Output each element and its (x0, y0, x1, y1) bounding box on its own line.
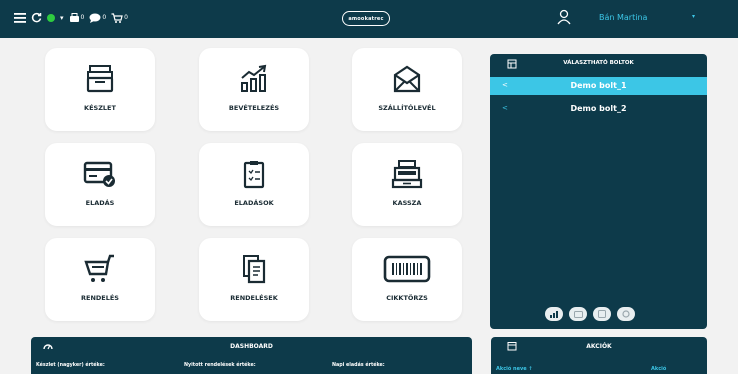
bar-chart-icon (550, 310, 558, 318)
cash-register-icon (391, 160, 423, 189)
column-header-action[interactable]: Akció (651, 366, 666, 372)
tile-rendeles[interactable]: RENDELÉS (45, 238, 155, 321)
inventory-tray-icon (86, 65, 114, 93)
chat-count: 0 (102, 14, 107, 21)
tile-label: KASSZA (392, 199, 422, 207)
tile-label: SZÁLLÍTÓLEVÉL (378, 104, 436, 112)
hamburger-menu-icon[interactable] (14, 12, 26, 23)
shopping-basket-icon (111, 12, 123, 23)
settings-button[interactable] (617, 307, 635, 321)
actions-title: AKCIÓK (586, 343, 612, 350)
tile-label: ELADÁS (85, 199, 115, 207)
tile-cikktorzs[interactable]: CIKKTÖRZS (352, 238, 462, 321)
documents-icon (243, 255, 266, 284)
tile-keszlet[interactable]: KÉSZLET (45, 48, 155, 131)
dashboard-stat-label: Nyitott rendelések értéke: (184, 363, 256, 368)
tile-kassza[interactable]: KASSZA (352, 143, 462, 226)
shop-name: Demo bolt_1 (570, 81, 627, 90)
card-button[interactable] (569, 307, 587, 321)
column-header-action-name[interactable]: Akció neve ↑ (496, 366, 533, 372)
dashboard-panel: DASHBOARD Készlet (nagyker) értéke: Nyit… (31, 337, 472, 374)
refresh-icon[interactable] (31, 12, 42, 23)
register-cart-icon (69, 12, 79, 22)
gear-icon (622, 310, 630, 318)
tile-rendelesek[interactable]: RENDELÉSEK (199, 238, 309, 321)
card-check-icon (83, 161, 115, 187)
clipboard-list-icon (243, 161, 265, 189)
tile-label: RENDELÉS (81, 294, 119, 302)
tile-eladas[interactable]: ELADÁS (45, 143, 155, 226)
user-icon[interactable] (557, 9, 571, 25)
shop-name: Demo bolt_2 (570, 104, 627, 113)
status-dropdown-icon[interactable]: ▾ (60, 14, 64, 22)
tile-szallitolevel[interactable]: SZÁLLÍTÓLEVÉL (352, 48, 462, 131)
shops-footer-actions (545, 307, 635, 321)
shops-title: VÁLASZTHATÓ BOLTOK (563, 60, 634, 66)
tile-bevetelezes[interactable]: BEVÉTELEZÉS (199, 48, 309, 131)
user-name[interactable]: Bán Martina (599, 13, 647, 22)
top-navigation-bar: ▾ 0 0 0 amookatrec Bán Martina ▾ (0, 0, 738, 38)
help-button[interactable] (593, 307, 611, 321)
growth-chart-icon (241, 64, 267, 92)
stats-button[interactable] (545, 307, 563, 321)
chat-counter[interactable]: 0 (89, 11, 106, 24)
basket-counter[interactable]: 0 (111, 11, 128, 24)
tile-label: ELADÁSOK (234, 199, 274, 207)
user-menu-chevron-icon[interactable]: ▾ (692, 13, 695, 20)
tile-eladasok[interactable]: ELADÁSOK (199, 143, 309, 226)
tile-label: RENDELÉSEK (230, 294, 278, 302)
cart-count: 0 (80, 14, 85, 21)
actions-panel: AKCIÓK Akció neve ↑ Akció (491, 337, 707, 374)
shops-panel: VÁLASZTHATÓ BOLTOK < Demo bolt_1 < Demo … (490, 54, 707, 329)
tile-label: CIKKTÖRZS (386, 294, 428, 302)
shop-item[interactable]: < Demo bolt_1 (490, 77, 707, 95)
shopping-cart-icon (84, 254, 114, 282)
card-icon (573, 310, 583, 318)
brand-logo[interactable]: amookatrec (342, 11, 390, 26)
dashboard-stat-label: Napi eladás értéke: (332, 363, 385, 368)
dashboard-stat-label: Készlet (nagyker) értéke: (36, 363, 105, 368)
tile-label: BEVÉTELEZÉS (228, 104, 280, 112)
tile-label: KÉSZLET (84, 104, 116, 112)
barcode-icon (383, 255, 431, 283)
shops-header: VÁLASZTHATÓ BOLTOK (490, 54, 707, 74)
basket-count: 0 (124, 14, 128, 21)
logo-text: amookatrec (348, 15, 384, 22)
shop-item[interactable]: < Demo bolt_2 (490, 100, 707, 118)
help-icon (598, 310, 606, 318)
chat-icon (89, 13, 101, 23)
cart-counter[interactable]: 0 (69, 11, 85, 24)
topbar-left-controls: ▾ 0 0 0 (14, 11, 128, 24)
dashboard-title: DASHBOARD (230, 343, 273, 350)
envelope-icon (393, 65, 421, 93)
online-status-icon (47, 13, 55, 22)
